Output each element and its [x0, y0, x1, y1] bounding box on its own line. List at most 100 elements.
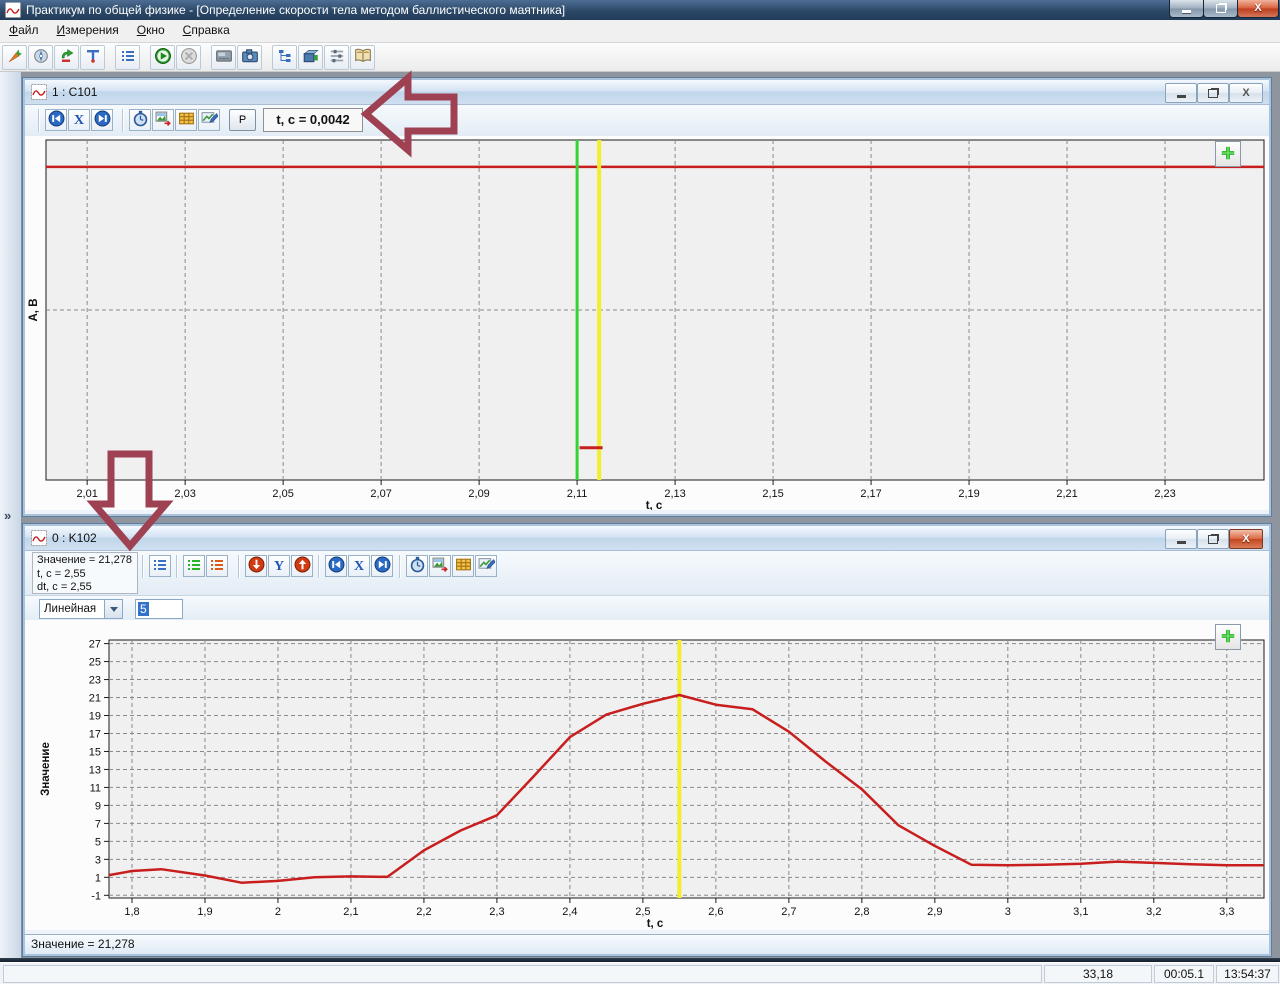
toolbar-separator	[176, 555, 177, 578]
x-tick-label: 1,8	[124, 906, 139, 918]
restore-button[interactable]	[1203, 0, 1238, 18]
package-button[interactable]	[298, 45, 323, 70]
status-message-cell	[3, 965, 1042, 983]
table-button[interactable]	[175, 109, 197, 131]
arrow-right-button[interactable]	[371, 555, 393, 577]
x-axis-button[interactable]: X	[348, 555, 370, 577]
window-k102-minimize-button[interactable]	[1165, 529, 1197, 549]
add-marker-button-k102[interactable]	[1215, 624, 1241, 650]
x-tick-label: 2,4	[562, 906, 577, 918]
chart-window-icon	[31, 530, 47, 546]
time-delta-readout: t, c = 0,0042	[263, 108, 363, 132]
help-book-button[interactable]	[350, 45, 375, 70]
add-marker-button-c101[interactable]	[1215, 141, 1241, 167]
title-bar: Практикум по общей физике - [Определение…	[0, 0, 1280, 20]
window-c101-close-button[interactable]: X	[1229, 83, 1263, 103]
undo-button[interactable]	[54, 45, 79, 70]
y-tick-label: 11	[90, 782, 101, 794]
main-toolbar	[0, 43, 1280, 72]
window-c101-titlebar[interactable]: 1 : C101 X	[25, 80, 1269, 105]
start-button[interactable]	[150, 45, 175, 70]
window-k102-restore-button[interactable]	[1197, 529, 1229, 549]
arrow-up-button[interactable]	[291, 555, 313, 577]
y-tick-label: 23	[89, 675, 101, 687]
interpolation-dropdown[interactable]: Линейная	[39, 599, 123, 619]
close-button[interactable]: X	[1237, 0, 1279, 18]
menu-item-window[interactable]: Окно	[128, 20, 174, 42]
options-icon	[328, 47, 346, 68]
list-button[interactable]	[149, 555, 171, 577]
compass-button[interactable]	[28, 45, 53, 70]
app-title: Практикум по общей физике - [Определение…	[26, 3, 565, 17]
window-k102-statusbar: Значение = 21,278	[25, 934, 1269, 954]
x-tick-label: 2,7	[781, 906, 796, 918]
x-tick-label: 2,19	[958, 488, 979, 500]
oscilloscope-chart[interactable]: 2,012,032,052,072,092,112,132,152,172,19…	[25, 136, 1269, 510]
chart-wizard-button[interactable]	[475, 555, 497, 577]
status-value-cell: 33,18	[1044, 965, 1152, 983]
display-button[interactable]	[211, 45, 236, 70]
arrow-left-button[interactable]	[45, 109, 67, 131]
list-red-button[interactable]	[206, 555, 228, 577]
toolbar-overflow-chevron[interactable]: »	[4, 508, 11, 523]
arrow-down-button[interactable]	[245, 555, 267, 577]
chart-wizard-icon	[201, 110, 218, 130]
window-c101-restore-button[interactable]	[1197, 83, 1229, 103]
menu-item-file[interactable]: Файл	[0, 20, 48, 42]
x-tick-label: 1,9	[197, 906, 212, 918]
x-tick-label: 2,6	[708, 906, 723, 918]
status-elapsed-cell: 00:05.1	[1154, 965, 1214, 983]
arrow-right-button[interactable]	[91, 109, 113, 131]
help-book-icon	[354, 47, 372, 68]
dropdown-button[interactable]	[104, 600, 122, 618]
menu-item-measurements[interactable]: Измерения	[48, 20, 128, 42]
t-cursor-icon	[85, 48, 101, 67]
window-c101-toolbar: P t, c = 0,0042 X	[25, 105, 1269, 137]
application-window: Практикум по общей физике - [Определение…	[0, 0, 1280, 984]
x-axis-label: t, c	[646, 500, 663, 510]
tree-button[interactable]	[272, 45, 297, 70]
y-tick-label: 27	[89, 639, 101, 651]
menu-item-help[interactable]: Справка	[174, 20, 239, 42]
y-tick-label: 9	[95, 800, 101, 812]
chart-c101-panel: 2,012,032,052,072,092,112,132,152,172,19…	[25, 136, 1269, 510]
window-k102-close-button[interactable]: X	[1229, 529, 1263, 549]
carrot-button[interactable]	[2, 45, 27, 70]
minimize-icon	[1182, 10, 1191, 13]
stopwatch-icon	[409, 556, 426, 576]
t-cursor-button[interactable]	[80, 45, 105, 70]
status-bar: 33,18 00:05.1 13:54:37	[0, 962, 1280, 984]
value-chart[interactable]: -1135791113151719212325271,81,922,12,22,…	[25, 620, 1269, 930]
minimize-button[interactable]	[1169, 0, 1204, 18]
export-image-button[interactable]	[152, 109, 174, 131]
export-image-button[interactable]	[429, 555, 451, 577]
window-c101-minimize-button[interactable]	[1165, 83, 1197, 103]
points-input-value: 5	[138, 602, 149, 616]
x-tick-label: 2,09	[468, 488, 489, 500]
window-k102-titlebar[interactable]: 0 : K102 X	[25, 526, 1269, 551]
x-axis-button[interactable]: X	[68, 109, 90, 131]
arrow-right-icon	[94, 110, 111, 130]
camera-button[interactable]	[237, 45, 262, 70]
x-tick-label: 2,2	[416, 906, 431, 918]
points-input[interactable]: 5	[135, 599, 183, 619]
stopwatch-button[interactable]	[406, 555, 428, 577]
list-icon	[152, 557, 168, 576]
status-clock-cell: 13:54:37	[1216, 965, 1279, 983]
table-button[interactable]	[452, 555, 474, 577]
x-tick-label: 2,15	[762, 488, 783, 500]
restore-icon	[1216, 4, 1226, 13]
options-button[interactable]	[324, 45, 349, 70]
x-tick-label: 2,23	[1154, 488, 1175, 500]
chart-wizard-button[interactable]	[198, 109, 220, 131]
arrow-left-button[interactable]	[325, 555, 347, 577]
stopwatch-button[interactable]	[129, 109, 151, 131]
stop-button[interactable]	[176, 45, 201, 70]
tree-icon	[277, 48, 293, 67]
y-axis-button[interactable]: Y	[268, 555, 290, 577]
p-button[interactable]: P	[229, 109, 256, 131]
list-green-button[interactable]	[183, 555, 205, 577]
y-tick-label: -1	[91, 890, 101, 902]
window-c101: 1 : C101 X P t, c = 0,0042 X 2,012,032,0…	[23, 78, 1271, 516]
list-button[interactable]	[115, 45, 140, 70]
